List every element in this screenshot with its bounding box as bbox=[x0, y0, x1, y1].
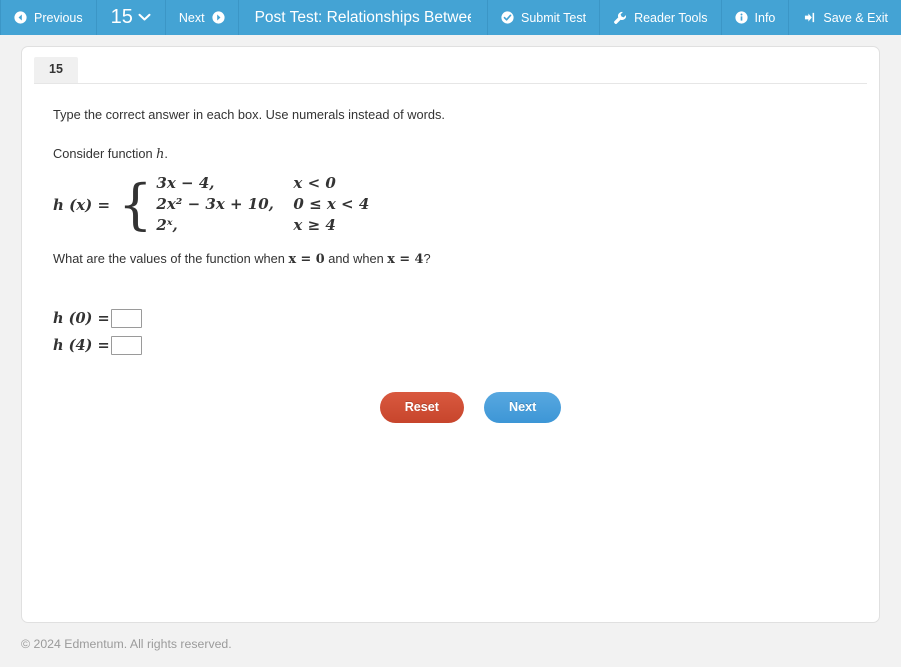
submit-test-button[interactable]: Submit Test bbox=[488, 0, 601, 35]
reader-tools-label: Reader Tools bbox=[634, 10, 708, 25]
piecewise-row: 2ˣ, x ≥ 4 bbox=[156, 215, 369, 236]
next-label-toolbar: Next bbox=[178, 10, 205, 25]
question-card: 15 Type the correct answer in each box. … bbox=[21, 46, 880, 623]
arrow-right-circle-icon bbox=[212, 11, 225, 24]
consider-function-line: Consider function h. bbox=[53, 146, 848, 162]
answer-row: h (4) = bbox=[53, 332, 848, 359]
page-container: 15 Type the correct answer in each box. … bbox=[0, 35, 901, 623]
question-math-x4: x = 4 bbox=[387, 251, 424, 267]
previous-button[interactable]: Previous bbox=[0, 0, 97, 35]
question-number-value: 15 bbox=[110, 6, 133, 28]
piece-expression: 3x − 4, bbox=[156, 173, 215, 192]
instructions-text: Type the correct answer in each box. Use… bbox=[53, 106, 445, 122]
piece-expression: 2x² − 3x + 10, bbox=[156, 194, 274, 213]
previous-label: Previous bbox=[34, 10, 83, 25]
copyright-text: © 2024 Edmentum. All rights reserved. bbox=[21, 637, 232, 651]
reset-button[interactable]: Reset bbox=[379, 391, 464, 423]
info-circle-icon bbox=[734, 11, 748, 24]
left-brace-icon: { bbox=[118, 172, 153, 236]
piece-condition: x ≥ 4 bbox=[293, 216, 336, 235]
piece-condition: x < 0 bbox=[293, 173, 336, 192]
piecewise-function: h (x) = { 3x − 4, x < 0 2x² − 3x + 10, 0… bbox=[53, 173, 848, 237]
sign-out-icon bbox=[802, 11, 816, 24]
answer-row: h (0) = bbox=[53, 305, 848, 332]
answers-group: h (0) = h (4) = bbox=[53, 305, 848, 359]
question-math-x0: x = 0 bbox=[288, 251, 325, 267]
answer-label-h4: h (4) = bbox=[53, 336, 110, 354]
reader-tools-button[interactable]: Reader Tools bbox=[600, 0, 722, 35]
save-and-exit-button[interactable]: Save & Exit bbox=[789, 0, 901, 35]
piecewise-row: 3x − 4, x < 0 bbox=[156, 173, 369, 194]
question-tabstrip: 15 bbox=[22, 47, 879, 83]
question-text: What are the values of the function when… bbox=[53, 251, 848, 267]
check-circle-icon bbox=[501, 11, 514, 24]
info-button[interactable]: Info bbox=[722, 0, 790, 35]
next-button[interactable]: Next bbox=[484, 391, 562, 423]
test-title: Post Test: Relationships Between F bbox=[239, 0, 488, 35]
consider-prefix: Consider function bbox=[53, 145, 157, 161]
question-number-dropdown[interactable]: 15 bbox=[97, 0, 166, 35]
test-title-text: Post Test: Relationships Between F bbox=[254, 8, 471, 26]
question-tab-15[interactable]: 15 bbox=[34, 57, 78, 83]
consider-suffix: . bbox=[164, 145, 168, 161]
top-toolbar: Previous 15 Next Post Test: Relationship… bbox=[0, 0, 901, 35]
save-and-exit-label: Save & Exit bbox=[823, 10, 888, 25]
submit-test-label: Submit Test bbox=[521, 10, 587, 25]
answer-input-h0[interactable] bbox=[111, 308, 142, 328]
piecewise-row: 2x² − 3x + 10, 0 ≤ x < 4 bbox=[156, 194, 369, 215]
piecewise-rows: 3x − 4, x < 0 2x² − 3x + 10, 0 ≤ x < 4 2… bbox=[156, 173, 369, 237]
wrench-icon bbox=[613, 11, 627, 25]
info-label: Info bbox=[754, 10, 776, 25]
function-lhs: h (x) = bbox=[53, 195, 111, 214]
toolbar-right-group: Submit Test Reader Tools Info Save & Exi… bbox=[488, 0, 901, 35]
footer: © 2024 Edmentum. All rights reserved. bbox=[0, 623, 901, 651]
answer-label-h0: h (0) = bbox=[53, 309, 110, 327]
piece-condition: 0 ≤ x < 4 bbox=[293, 194, 370, 213]
chevron-down-icon bbox=[138, 13, 151, 22]
question-body: Type the correct answer in each box. Use… bbox=[22, 84, 879, 423]
question-text-part1: What are the values of the function when bbox=[53, 250, 289, 266]
question-text-part2: and when bbox=[324, 250, 388, 266]
question-text-part3: ? bbox=[423, 250, 431, 266]
arrow-left-circle-icon bbox=[14, 11, 27, 24]
action-buttons: Reset Next bbox=[53, 391, 848, 423]
piece-expression: 2ˣ, bbox=[156, 216, 178, 235]
next-button-toolbar[interactable]: Next bbox=[166, 0, 239, 35]
answer-input-h4[interactable] bbox=[111, 335, 142, 355]
